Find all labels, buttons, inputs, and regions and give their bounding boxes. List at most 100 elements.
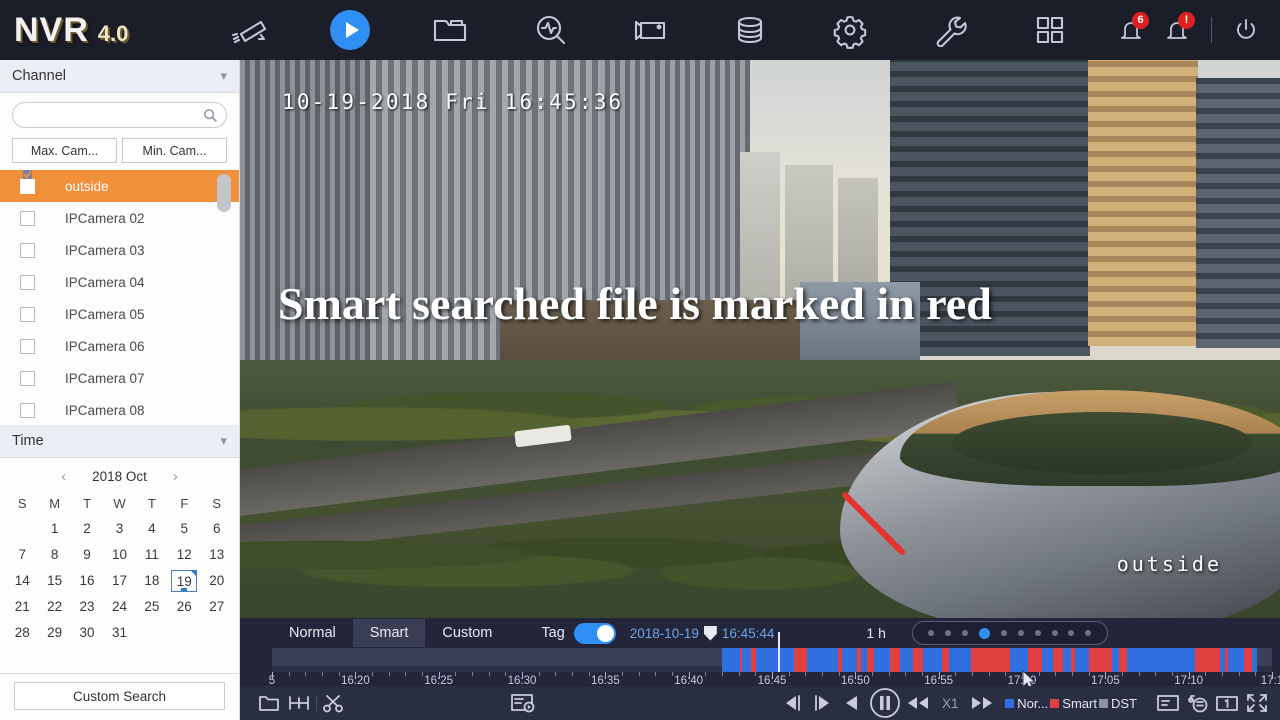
calendar-day[interactable]: 14 bbox=[9, 570, 35, 592]
recording-segment[interactable] bbox=[922, 648, 936, 672]
zoom-slider-dot[interactable] bbox=[1000, 630, 1007, 636]
calendar-day-cell[interactable]: 29 bbox=[38, 620, 70, 646]
calendar-day-cell[interactable]: 27 bbox=[201, 594, 233, 620]
calendar-day[interactable]: 18 bbox=[139, 570, 165, 592]
calendar-day-cell[interactable]: 19 bbox=[168, 568, 200, 594]
recording-segment[interactable] bbox=[874, 648, 882, 672]
recording-bars[interactable] bbox=[722, 648, 1257, 672]
nav-settings-icon[interactable] bbox=[800, 0, 900, 60]
timeline-zoom-slider[interactable] bbox=[911, 621, 1108, 645]
channel-panel-header[interactable]: Channel ▾ bbox=[0, 60, 239, 93]
recording-segment[interactable] bbox=[890, 648, 901, 672]
scissors-icon[interactable] bbox=[318, 686, 348, 720]
recording-segment[interactable] bbox=[782, 648, 791, 672]
pause-icon[interactable] bbox=[867, 686, 903, 720]
calendar-day[interactable]: 30 bbox=[74, 622, 100, 644]
zoom-slider-dot[interactable] bbox=[1017, 630, 1024, 636]
channel-list-item[interactable]: IPCamera 08 bbox=[0, 394, 239, 420]
nav-record-icon[interactable] bbox=[600, 0, 700, 60]
single-window-icon[interactable] bbox=[1213, 686, 1243, 720]
calendar-day[interactable]: 13 bbox=[204, 544, 230, 566]
chevron-down-icon-time[interactable]: ▾ bbox=[220, 433, 227, 449]
recording-segment[interactable] bbox=[1074, 648, 1087, 672]
channel-list-item[interactable]: IPCamera 02 bbox=[0, 202, 239, 234]
recording-segment[interactable] bbox=[722, 648, 730, 672]
calendar-day-cell[interactable]: 11 bbox=[136, 542, 168, 568]
channel-list-item[interactable]: IPCamera 06 bbox=[0, 330, 239, 362]
recording-segment[interactable] bbox=[794, 648, 807, 672]
recording-segment[interactable] bbox=[756, 648, 766, 672]
recording-segment[interactable] bbox=[1172, 648, 1182, 672]
calendar-day[interactable]: 11 bbox=[139, 544, 165, 566]
recording-segment[interactable] bbox=[976, 648, 988, 672]
nav-playback-icon[interactable] bbox=[300, 0, 400, 60]
nav-storage-icon[interactable] bbox=[700, 0, 800, 60]
channel-checkbox[interactable] bbox=[20, 242, 35, 258]
recording-segment[interactable] bbox=[1236, 648, 1244, 672]
calendar-day[interactable]: 21 bbox=[9, 596, 35, 618]
calendar-day[interactable]: 2 bbox=[74, 518, 100, 540]
calendar-day[interactable]: 15 bbox=[42, 570, 68, 592]
channel-checkbox[interactable] bbox=[20, 170, 35, 194]
calendar-day[interactable]: 29 bbox=[42, 622, 68, 644]
recording-segment[interactable] bbox=[829, 648, 839, 672]
fullscreen-icon[interactable] bbox=[1242, 686, 1272, 720]
channel-checkbox[interactable] bbox=[20, 402, 35, 418]
calendar-day-cell[interactable]: 7 bbox=[6, 542, 38, 568]
chevron-down-icon[interactable]: ▾ bbox=[220, 68, 227, 84]
calendar-day[interactable]: 23 bbox=[74, 596, 100, 618]
calendar-day-cell[interactable]: 25 bbox=[136, 594, 168, 620]
warning-notification-icon[interactable]: ! bbox=[1157, 10, 1197, 50]
channel-list-item[interactable]: IPCamera 07 bbox=[0, 362, 239, 394]
calendar-day-cell[interactable]: 30 bbox=[71, 620, 103, 646]
recording-segment[interactable] bbox=[1119, 648, 1128, 672]
calendar-day-cell[interactable]: 9 bbox=[71, 542, 103, 568]
recording-segment[interactable] bbox=[822, 648, 829, 672]
channel-list-item[interactable]: IPCamera 05 bbox=[0, 298, 239, 330]
timeline-tab[interactable]: Smart bbox=[352, 619, 426, 647]
recording-segment[interactable] bbox=[942, 648, 950, 672]
calendar-day-cell[interactable]: 13 bbox=[201, 542, 233, 568]
channel-checkbox[interactable] bbox=[20, 274, 35, 290]
calendar-day[interactable]: 5 bbox=[171, 518, 197, 540]
calendar-day-cell[interactable]: 10 bbox=[103, 542, 135, 568]
calendar-day-cell[interactable]: 5 bbox=[168, 516, 200, 542]
recording-segment[interactable] bbox=[1055, 648, 1063, 672]
video-playback-view[interactable]: 10-19-2018 Fri 16:45:36 Smart searched f… bbox=[240, 60, 1280, 618]
calendar-day-cell[interactable]: 6 bbox=[201, 516, 233, 542]
time-panel-header[interactable]: Time ▾ bbox=[0, 425, 239, 458]
calendar-day[interactable]: 1 bbox=[42, 518, 68, 540]
zoom-slider-dot[interactable] bbox=[928, 630, 935, 636]
calendar-day[interactable]: 12 bbox=[171, 544, 197, 566]
calendar-day-cell[interactable]: 31 bbox=[103, 620, 135, 646]
calendar-day-cell[interactable]: 22 bbox=[38, 594, 70, 620]
recording-segment[interactable] bbox=[881, 648, 891, 672]
frame-backward-icon[interactable] bbox=[778, 686, 808, 720]
timeline-tab[interactable]: Normal bbox=[272, 619, 353, 647]
recording-segment[interactable] bbox=[903, 648, 911, 672]
calendar-day-cell[interactable]: 26 bbox=[168, 594, 200, 620]
recording-segment[interactable] bbox=[1027, 648, 1038, 672]
fast-forward-icon[interactable] bbox=[967, 686, 997, 720]
power-icon[interactable] bbox=[1226, 10, 1266, 50]
reverse-play-icon[interactable] bbox=[837, 686, 867, 720]
recording-segment[interactable] bbox=[742, 648, 751, 672]
calendar-day[interactable]: 24 bbox=[106, 596, 132, 618]
recording-segment[interactable] bbox=[732, 648, 740, 672]
recording-segment[interactable] bbox=[949, 648, 956, 672]
calendar-day[interactable]: 9 bbox=[74, 544, 100, 566]
calendar-day-cell[interactable]: 18 bbox=[136, 568, 168, 594]
channel-checkbox[interactable] bbox=[20, 306, 35, 322]
recording-segment[interactable] bbox=[842, 648, 850, 672]
timeline-tab[interactable]: Custom bbox=[425, 619, 509, 647]
custom-search-button[interactable]: Custom Search bbox=[14, 682, 225, 710]
calendar-day-cell[interactable]: 21 bbox=[6, 594, 38, 620]
calendar-day-cell[interactable]: 16 bbox=[71, 568, 103, 594]
calendar-day[interactable]: 22 bbox=[42, 596, 68, 618]
calendar-day[interactable]: 17 bbox=[106, 570, 132, 592]
search-box[interactable] bbox=[12, 102, 227, 128]
zoom-slider-dot[interactable] bbox=[1034, 630, 1041, 636]
calendar-day-cell[interactable]: 28 bbox=[6, 620, 38, 646]
recording-segment[interactable] bbox=[1044, 648, 1053, 672]
calendar-day-cell[interactable]: 2 bbox=[71, 516, 103, 542]
